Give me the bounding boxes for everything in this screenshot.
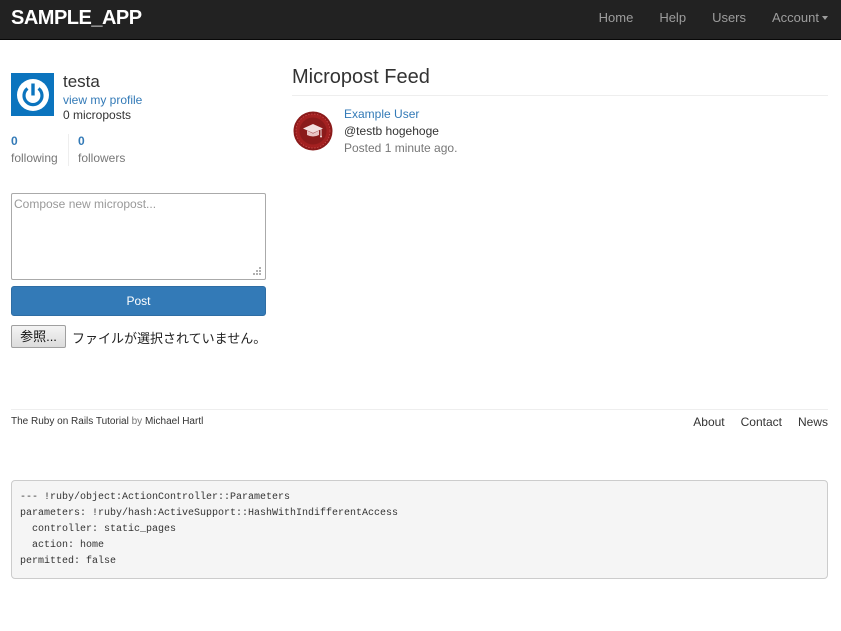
feed-title: Micropost Feed	[292, 66, 430, 88]
feed-item-timestamp: Posted 1 minute ago.	[344, 141, 458, 155]
author-link[interactable]: Michael Hartl	[145, 416, 203, 427]
footer-news-link[interactable]: News	[798, 415, 828, 429]
feed-divider	[292, 95, 828, 96]
footer-about-link[interactable]: About	[693, 415, 724, 429]
micropost-textarea[interactable]	[11, 193, 266, 280]
nav-account-dropdown[interactable]: Account	[759, 0, 841, 40]
user-avatar[interactable]	[11, 73, 54, 116]
followers-label: followers	[78, 151, 126, 165]
footer-nav: About Contact News	[693, 415, 828, 429]
feed-item-user-link[interactable]: Example User	[344, 107, 419, 121]
footer-by-text: by	[131, 416, 143, 427]
file-browse-button[interactable]: 参照...	[11, 325, 66, 348]
nav-home-link[interactable]: Home	[586, 0, 647, 40]
feed-item-content: @testb hogehoge	[344, 124, 439, 138]
user-name: testa	[63, 72, 100, 91]
power-icon	[16, 78, 49, 111]
followers-count: 0	[78, 134, 85, 148]
account-label: Account	[772, 10, 819, 25]
footer-contact-link[interactable]: Contact	[741, 415, 782, 429]
following-count: 0	[11, 134, 18, 148]
nav-menu: Home Help Users Account	[586, 0, 841, 40]
caret-down-icon	[822, 15, 828, 20]
nav-users-link[interactable]: Users	[699, 0, 759, 40]
footer-divider	[11, 409, 828, 410]
navbar: SAMPLE_APP Home Help Users Account	[0, 0, 841, 40]
file-status-text: ファイルが選択されていません。	[72, 331, 267, 346]
following-stat[interactable]: 0 following	[11, 134, 69, 166]
resize-grip-icon[interactable]	[252, 266, 262, 276]
view-profile-link[interactable]: view my profile	[63, 93, 142, 107]
brand-logo[interactable]: SAMPLE_APP	[11, 7, 142, 30]
debug-params-block: --- !ruby/object:ActionController::Param…	[11, 480, 828, 579]
following-label: following	[11, 151, 58, 165]
followers-stat[interactable]: 0 followers	[78, 134, 125, 166]
graduation-cap-badge-icon[interactable]	[293, 111, 333, 151]
post-button[interactable]: Post	[11, 286, 266, 316]
footer-credit: The Ruby on Rails Tutorial by Michael Ha…	[11, 416, 203, 427]
nav-help-link[interactable]: Help	[646, 0, 699, 40]
micropost-count: 0 microposts	[63, 108, 132, 122]
rails-tutorial-link[interactable]: The Ruby on Rails Tutorial	[11, 416, 129, 427]
